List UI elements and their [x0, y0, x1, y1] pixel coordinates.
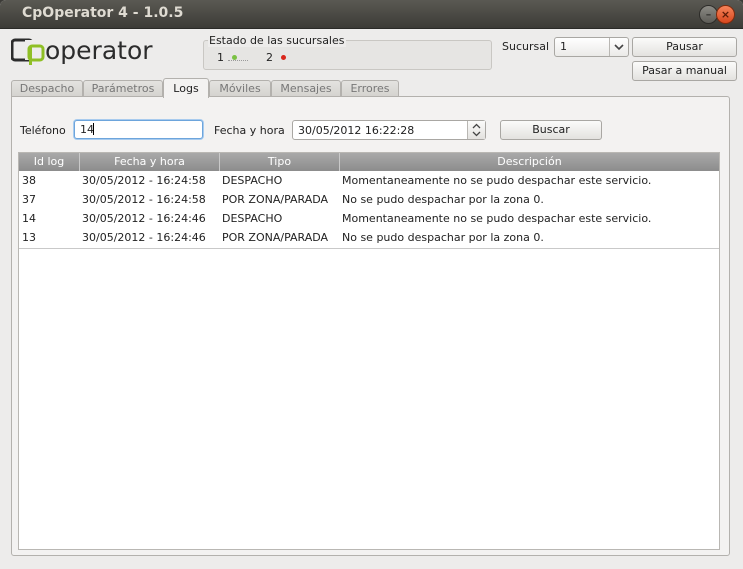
cell-id: 14	[22, 212, 36, 225]
column-header-id[interactable]: Id log	[19, 153, 80, 171]
window-title: CpOperator 4 - 1.0.5	[22, 5, 184, 21]
datetime-input[interactable]: 30/05/2012 16:22:28	[292, 120, 486, 140]
tab-despacho[interactable]: Despacho	[11, 80, 83, 97]
table-row[interactable]: 13 30/05/2012 - 16:24:46 POR ZONA/PARADA…	[19, 229, 719, 249]
cpoperator-logo: operator	[11, 36, 153, 65]
tab-moviles[interactable]: Móviles	[209, 80, 271, 97]
logo-wordmark: operator	[45, 36, 153, 65]
cell-description: No se pudo despachar por la zona 0.	[342, 193, 544, 206]
tab-parametros[interactable]: Parámetros	[83, 80, 163, 97]
pause-button[interactable]: Pausar	[632, 37, 737, 57]
logs-table-header: Id log Fecha y hora Tipo Descripción	[19, 153, 719, 171]
phone-input[interactable]: 14	[74, 120, 203, 139]
cell-description: Momentaneamente no se pudo despachar est…	[342, 174, 652, 187]
branch-1-label: 1	[217, 51, 224, 64]
cell-id: 13	[22, 231, 36, 244]
tab-errores[interactable]: Errores	[341, 80, 399, 97]
cell-id: 37	[22, 193, 36, 206]
cell-datetime: 30/05/2012 - 16:24:58	[82, 193, 206, 206]
tab-logs[interactable]: Logs	[163, 78, 209, 98]
datetime-label: Fecha y hora	[214, 124, 285, 137]
switch-to-manual-button[interactable]: Pasar a manual	[632, 61, 737, 81]
spinner-arrows-icon	[472, 123, 481, 137]
tab-mensajes[interactable]: Mensajes	[271, 80, 341, 97]
branch-status-title: Estado de las sucursales	[208, 34, 346, 47]
cell-type: DESPACHO	[222, 212, 283, 225]
cell-description: No se pudo despachar por la zona 0.	[342, 231, 544, 244]
branch-selector-label: Sucursal	[502, 40, 550, 53]
branch-2-status-dot-icon	[281, 55, 286, 60]
phone-input-value: 14	[80, 123, 94, 136]
search-button[interactable]: Buscar	[500, 120, 602, 140]
cell-id: 38	[22, 174, 36, 187]
branch-1-underline	[228, 60, 248, 61]
chevron-down-icon	[614, 44, 624, 51]
close-button[interactable]: ×	[716, 5, 735, 24]
datetime-input-value: 30/05/2012 16:22:28	[298, 124, 415, 137]
title-bar[interactable]: CpOperator 4 - 1.0.5 – ×	[0, 0, 743, 29]
column-header-datetime[interactable]: Fecha y hora	[80, 153, 220, 171]
app-window: CpOperator 4 - 1.0.5 – × operator Estado…	[0, 0, 743, 569]
cell-datetime: 30/05/2012 - 16:24:46	[82, 231, 206, 244]
cell-type: DESPACHO	[222, 174, 283, 187]
branch-selector-value: 1	[560, 40, 567, 53]
table-row[interactable]: 38 30/05/2012 - 16:24:58 DESPACHO Moment…	[19, 172, 719, 192]
cell-type: POR ZONA/PARADA	[222, 231, 329, 244]
text-caret	[93, 123, 94, 135]
column-header-description[interactable]: Descripción	[340, 153, 719, 171]
logs-table[interactable]: Id log Fecha y hora Tipo Descripción 38 …	[18, 152, 720, 550]
branch-selector[interactable]: 1	[554, 37, 629, 57]
branch-2-label: 2	[266, 51, 273, 64]
cell-datetime: 30/05/2012 - 16:24:58	[82, 174, 206, 187]
cell-description: Momentaneamente no se pudo despachar est…	[342, 212, 652, 225]
branch-selector-dropdown[interactable]	[609, 38, 628, 56]
cell-type: POR ZONA/PARADA	[222, 193, 329, 206]
logo-p-stem	[29, 46, 32, 65]
table-row[interactable]: 14 30/05/2012 - 16:24:46 DESPACHO Moment…	[19, 210, 719, 230]
phone-label: Teléfono	[20, 124, 66, 137]
cell-datetime: 30/05/2012 - 16:24:46	[82, 212, 206, 225]
datetime-spinner[interactable]	[467, 121, 485, 139]
column-header-type[interactable]: Tipo	[220, 153, 340, 171]
table-row[interactable]: 37 30/05/2012 - 16:24:58 POR ZONA/PARADA…	[19, 191, 719, 211]
